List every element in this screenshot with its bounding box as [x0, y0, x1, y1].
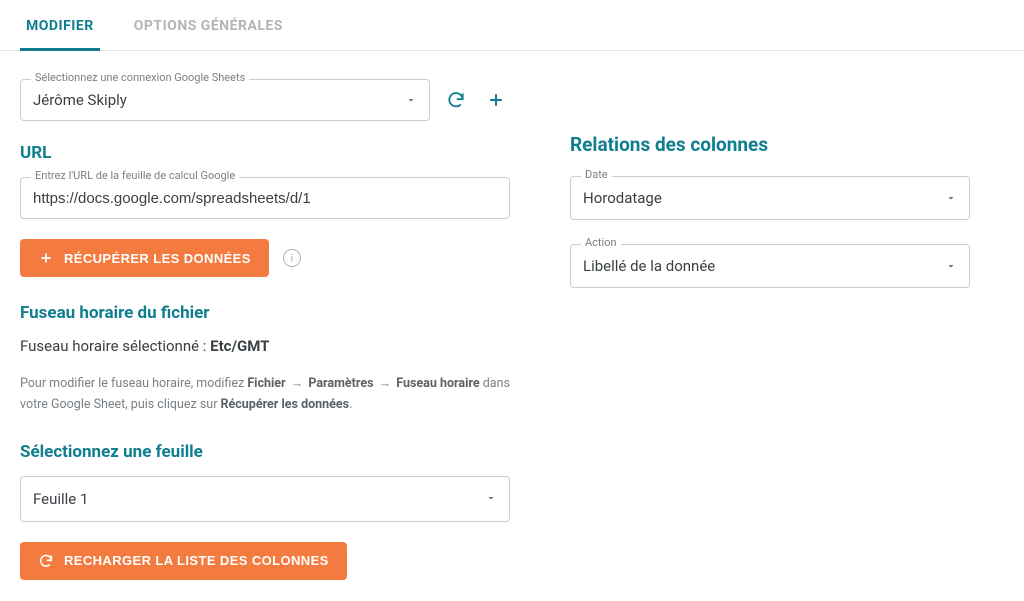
help-end: . [349, 397, 352, 412]
help-b3: Fuseau horaire [396, 376, 479, 391]
tabs: MODIFIER OPTIONS GÉNÉRALES [0, 0, 1024, 51]
relation-action-select[interactable]: Action Libellé de la donnée [570, 244, 970, 288]
reload-columns-button[interactable]: RECHARGER LA LISTE DES COLONNES [20, 542, 347, 580]
info-icon[interactable]: i [283, 249, 301, 267]
reload-icon [38, 553, 54, 569]
url-field[interactable]: Entrez l'URL de la feuille de calcul Goo… [20, 177, 510, 219]
tab-options-generales[interactable]: OPTIONS GÉNÉRALES [128, 0, 289, 51]
relation-date-label: Date [581, 169, 612, 180]
left-column: Sélectionnez une connexion Google Sheets… [20, 79, 510, 580]
relations-heading: Relations des colonnes [570, 133, 970, 156]
connection-value: Jérôme Skiply [33, 91, 397, 109]
caret-down-icon [945, 189, 957, 208]
refresh-icon[interactable] [442, 86, 470, 114]
help-b2: Paramètres [308, 376, 373, 391]
timezone-selected: Fuseau horaire sélectionné : Etc/GMT [20, 337, 510, 355]
fetch-data-button[interactable]: RÉCUPÉRER LES DONNÉES [20, 239, 269, 277]
timezone-heading: Fuseau horaire du fichier [20, 303, 510, 323]
connection-label: Sélectionnez une connexion Google Sheets [31, 72, 249, 83]
relation-date-select[interactable]: Date Horodatage [570, 176, 970, 220]
fetch-button-label: RÉCUPÉRER LES DONNÉES [64, 251, 251, 266]
timezone-selected-value: Etc/GMT [210, 337, 269, 355]
tab-modifier[interactable]: MODIFIER [20, 0, 100, 51]
relation-date-value: Horodatage [583, 189, 937, 207]
url-heading: URL [20, 143, 510, 163]
caret-down-icon [945, 257, 957, 276]
help-pre: Pour modifier le fuseau horaire, modifie… [20, 376, 247, 391]
url-label: Entrez l'URL de la feuille de calcul Goo… [31, 170, 239, 181]
sheet-select[interactable]: Feuille 1 [20, 476, 510, 522]
right-column: Relations des colonnes Date Horodatage A… [570, 79, 970, 580]
caret-down-icon [405, 91, 417, 110]
caret-down-icon [485, 489, 497, 508]
relation-action-value: Libellé de la donnée [583, 257, 937, 275]
sheet-value: Feuille 1 [33, 490, 477, 508]
url-input[interactable] [33, 190, 497, 207]
timezone-selected-prefix: Fuseau horaire sélectionné : [20, 337, 210, 355]
relation-action-label: Action [581, 237, 621, 248]
arrow-icon: → [379, 373, 392, 394]
plus-icon [38, 250, 54, 266]
connection-select[interactable]: Sélectionnez une connexion Google Sheets… [20, 79, 430, 121]
timezone-help: Pour modifier le fuseau horaire, modifie… [20, 373, 510, 416]
arrow-icon: → [291, 373, 304, 394]
help-b4: Récupérer les données [221, 397, 350, 412]
add-icon[interactable] [482, 86, 510, 114]
reload-button-label: RECHARGER LA LISTE DES COLONNES [64, 553, 329, 568]
help-b1: Fichier [247, 376, 285, 391]
sheet-heading: Sélectionnez une feuille [20, 442, 510, 462]
